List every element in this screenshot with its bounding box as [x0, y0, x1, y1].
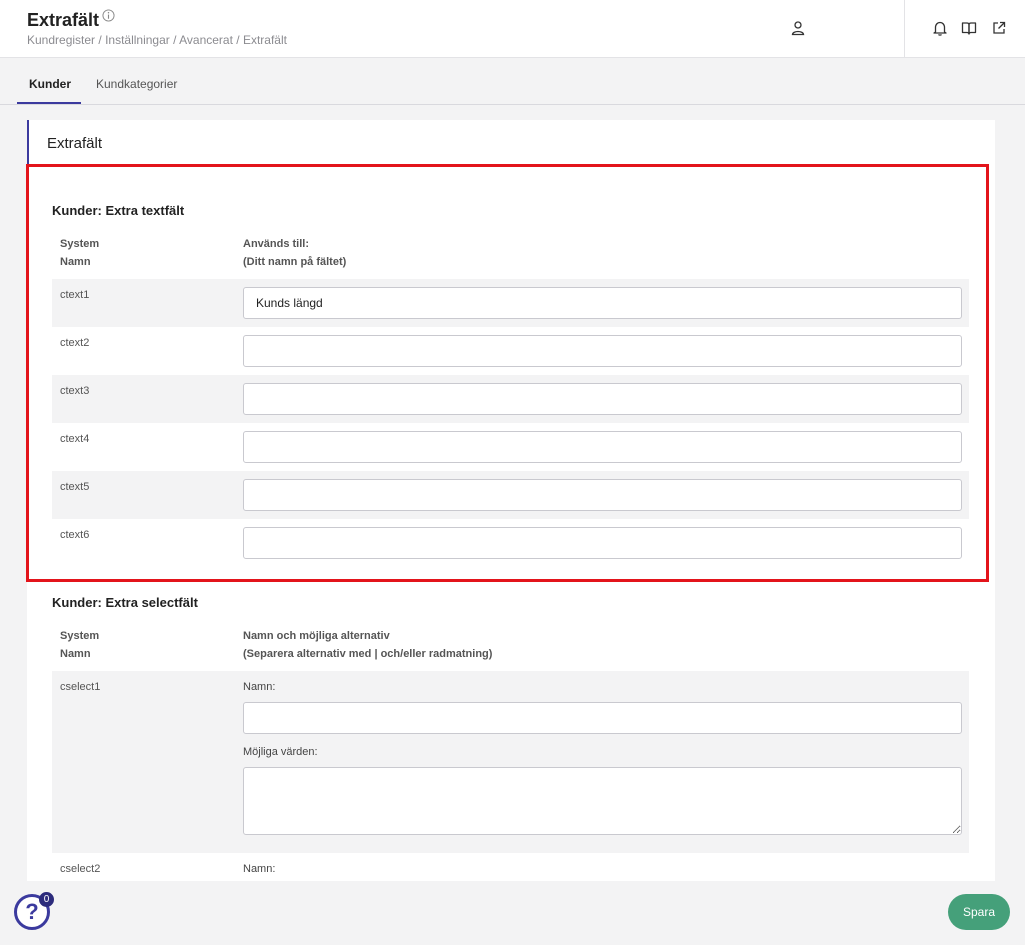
select-name-input[interactable] — [243, 702, 962, 734]
breadcrumb: Kundregister / Inställningar / Avancerat… — [27, 33, 287, 47]
possible-values-label: Möjliga värden: — [243, 746, 318, 758]
breadcrumb-separator: / — [95, 33, 106, 47]
field-name-input[interactable] — [243, 431, 962, 463]
page-title: Extrafält — [27, 10, 100, 30]
info-icon[interactable] — [102, 9, 115, 22]
column-header-line: Namn och möjliga alternativ — [243, 630, 390, 642]
breadcrumb-item[interactable]: Avancerat — [179, 33, 233, 47]
select-section-title: Kunder: Extra selectfält — [52, 595, 198, 610]
table-row: cselect1 Namn: Möjliga värden: — [52, 671, 969, 853]
active-tab-indicator — [17, 102, 81, 104]
name-label: Namn: — [243, 863, 276, 875]
column-header-line: (Separera alternativ med | och/eller rad… — [243, 648, 493, 660]
table-row: ctext1 — [52, 279, 969, 327]
external-link-icon[interactable] — [991, 20, 1007, 36]
card-title: Extrafält — [47, 135, 103, 152]
system-name: ctext4 — [60, 433, 90, 445]
table-row: cselect2 Namn: — [52, 853, 969, 881]
table-row: ctext3 — [52, 375, 969, 423]
system-name: cselect1 — [60, 681, 101, 693]
system-name: ctext6 — [60, 529, 90, 541]
book-icon[interactable] — [961, 20, 977, 36]
tab-kunder[interactable]: Kunder — [29, 77, 71, 91]
table-row: ctext5 — [52, 471, 969, 519]
column-header-line: Namn — [60, 648, 91, 660]
table-row: ctext4 — [52, 423, 969, 471]
column-header-line: System — [60, 238, 100, 250]
column-header-system: System Namn — [60, 627, 99, 663]
user-icon[interactable] — [790, 20, 806, 36]
name-label: Namn: — [243, 681, 276, 693]
column-header-line: System — [60, 630, 100, 642]
extrafalt-card: Extrafält Kunder: Extra textfält System … — [27, 120, 995, 881]
breadcrumb-item: Extrafält — [242, 33, 287, 47]
column-header-line: Används till: — [243, 238, 310, 250]
text-section-title: Kunder: Extra textfält — [52, 203, 185, 218]
system-name: ctext3 — [60, 385, 90, 397]
field-name-input[interactable] — [243, 335, 962, 367]
card-header: Extrafält — [27, 120, 995, 165]
table-row: ctext2 — [52, 327, 969, 375]
field-name-input[interactable] — [243, 287, 962, 319]
system-name: cselect2 — [60, 863, 101, 875]
field-name-input[interactable] — [243, 527, 962, 559]
top-header: Extrafält Kundregister / Inställningar /… — [0, 0, 1025, 58]
breadcrumb-item[interactable]: Kundregister — [27, 33, 95, 47]
save-button[interactable]: Spara — [948, 894, 1010, 930]
table-row: ctext6 — [52, 519, 969, 567]
column-header-line: (Ditt namn på fältet) — [243, 256, 347, 268]
tab-kundkategorier[interactable]: Kundkategorier — [96, 77, 177, 91]
field-name-input[interactable] — [243, 479, 962, 511]
column-header-line: Namn — [60, 256, 91, 268]
header-divider — [904, 0, 905, 58]
breadcrumb-separator: / — [232, 33, 243, 47]
possible-values-textarea[interactable] — [243, 767, 962, 835]
column-header-system: System Namn — [60, 235, 99, 271]
system-name: ctext1 — [60, 289, 90, 301]
column-header-usage: Används till: (Ditt namn på fältet) — [243, 235, 346, 271]
field-name-input[interactable] — [243, 383, 962, 415]
system-name: ctext2 — [60, 337, 90, 349]
system-name: ctext5 — [60, 481, 90, 493]
breadcrumb-item[interactable]: Inställningar — [105, 33, 170, 47]
column-header-options: Namn och möjliga alternativ (Separera al… — [243, 627, 492, 663]
bell-icon[interactable] — [932, 20, 948, 36]
help-badge: 0 — [39, 892, 54, 907]
tab-bar: Kunder Kundkategorier — [0, 58, 1025, 105]
breadcrumb-separator: / — [169, 33, 180, 47]
